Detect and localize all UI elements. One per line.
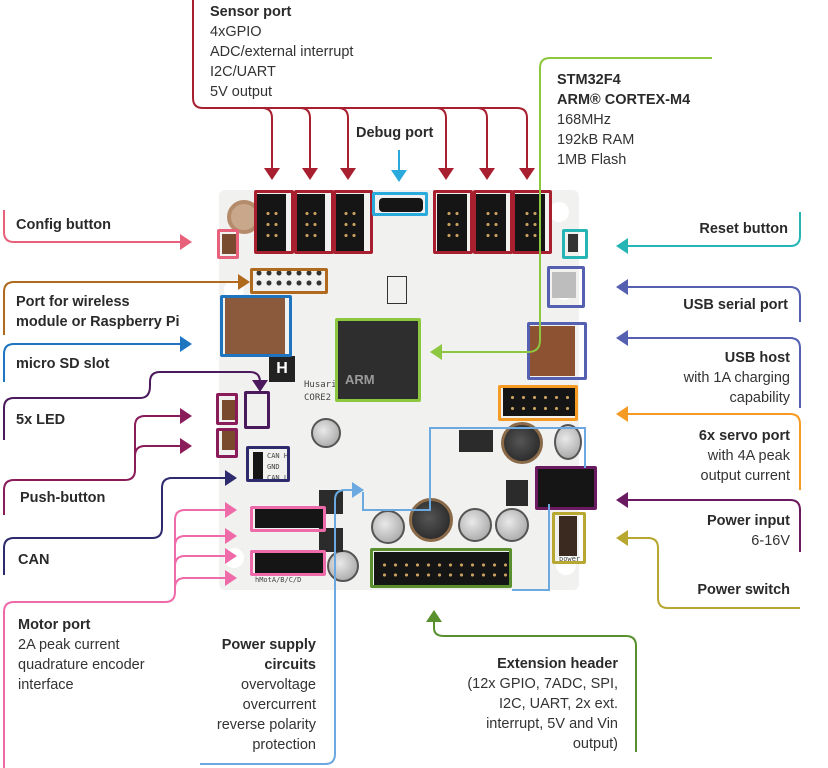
usb-host-label: USB host with 1A charging capability: [683, 350, 790, 406]
push-button-label: Push-button: [20, 490, 106, 506]
power-switch-label: Power switch: [697, 582, 790, 598]
cpu-label: STM32F4 ARM® CORTEX-M4 168MHz 192kB RAM …: [557, 72, 691, 168]
led-label: 5x LED: [16, 412, 66, 428]
extension-header-label: Extension header (12x GPIO, 7ADC, SPI, I…: [467, 656, 618, 752]
wireless-port-label: Port for wireless module or Raspberry Pi: [16, 294, 180, 330]
usb-serial-label: USB serial port: [683, 297, 788, 313]
config-button-label: Config button: [16, 217, 112, 233]
power-supply-label: Power supply circuits overvoltage overcu…: [216, 637, 316, 753]
reset-button-label: Reset button: [699, 221, 788, 237]
can-label: CAN: [18, 552, 50, 568]
sensor-port-label: Sensor port 4xGPIO ADC/external interrup…: [210, 4, 354, 100]
power-input-label: Power input 6-16V: [707, 513, 790, 549]
servo-port-label: 6x servo port with 4A peak output curren…: [698, 428, 790, 484]
debug-port-label: Debug port: [356, 125, 434, 141]
motor-port-label: Motor port 2A peak current quadrature en…: [18, 617, 145, 693]
micro-sd-label: micro SD slot: [16, 356, 110, 372]
